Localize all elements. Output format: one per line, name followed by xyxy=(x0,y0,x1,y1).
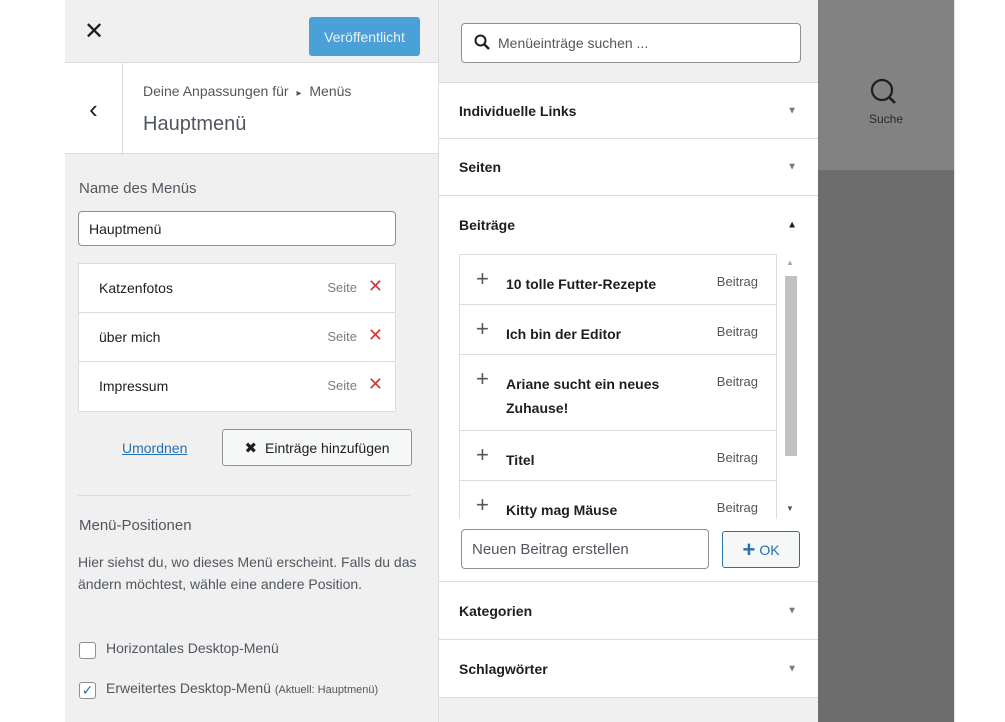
location-label: Erweitertes Desktop-Menü xyxy=(106,680,271,696)
chevron-down-icon: ▼ xyxy=(787,105,797,116)
posts-list-scroll[interactable]: + 10 tolle Futter-Rezepte Beitrag + Ich … xyxy=(459,254,799,519)
chevron-down-icon: ▼ xyxy=(787,663,797,674)
plus-icon: + xyxy=(476,266,489,291)
search-icon xyxy=(474,34,490,53)
plus-icon: + xyxy=(476,442,489,467)
add-items-button[interactable]: ✖ Einträge hinzufügen xyxy=(222,429,412,466)
close-button[interactable]: ✕ xyxy=(65,0,123,62)
scrollbar-thumb[interactable] xyxy=(785,276,797,456)
search-icon[interactable] xyxy=(863,73,903,113)
menu-item-type: Seite xyxy=(327,378,357,393)
list-item[interactable]: + Titel Beitrag xyxy=(460,431,776,481)
chevron-left-icon: ‹ xyxy=(89,93,98,124)
chevron-down-icon: ▼ xyxy=(787,161,797,173)
breadcrumb: Deine Anpassungen für ▸ Menüs xyxy=(143,83,352,99)
menu-item[interactable]: Katzenfotos Seite ✕ xyxy=(79,264,395,313)
location-label: Horizontales Desktop-Menü xyxy=(106,640,279,656)
search-placeholder: Menüeinträge suchen ... xyxy=(498,35,649,51)
plus-icon: + xyxy=(476,366,489,391)
posts-list: + 10 tolle Futter-Rezepte Beitrag + Ich … xyxy=(459,254,777,519)
menu-item-title: Katzenfotos xyxy=(99,280,173,296)
menu-item-type: Seite xyxy=(327,280,357,295)
positions-description: Hier siehst du, wo dieses Menü erscheint… xyxy=(78,554,417,592)
menu-name-label: Name des Menüs xyxy=(79,180,197,197)
list-item[interactable]: + 10 tolle Futter-Rezepte Beitrag xyxy=(460,255,776,305)
positions-heading: Menü-Positionen xyxy=(79,517,192,534)
breadcrumb-arrow-icon: ▸ xyxy=(296,88,302,99)
preview-search-label: Suche xyxy=(868,112,904,126)
customizer-header: ✕ Veröffentlicht xyxy=(65,0,438,62)
customizer-sidebar: ✕ Veröffentlicht ‹ Deine Anpassungen für… xyxy=(65,0,438,722)
menu-item-title: über mich xyxy=(99,329,161,345)
location-option[interactable]: ✓ Erweitertes Desktop-Menü (Aktuell: Hau… xyxy=(79,680,378,700)
preview-header: Suche xyxy=(818,0,954,170)
scroll-down-icon[interactable]: ▼ xyxy=(786,504,794,513)
search-input[interactable]: Menüeinträge suchen ... xyxy=(461,23,801,63)
plus-icon: + xyxy=(476,492,489,517)
available-items-panel: Menüeinträge suchen ... Individuelle Lin… xyxy=(438,0,819,722)
divider xyxy=(78,495,410,496)
checkbox[interactable] xyxy=(79,642,96,659)
list-item[interactable]: + Ich bin der Editor Beitrag xyxy=(460,305,776,355)
plus-icon: + xyxy=(476,316,489,341)
scrollbar[interactable]: ▲ ▼ xyxy=(781,254,799,519)
section-tags[interactable]: Schlagwörter ▼ xyxy=(439,640,819,698)
close-icon: ✕ xyxy=(83,17,105,45)
remove-icon[interactable]: ✕ xyxy=(368,276,383,297)
add-items-label: Einträge hinzufügen xyxy=(265,439,390,456)
back-button[interactable]: ‹ xyxy=(65,63,123,155)
menu-item-title: Impressum xyxy=(99,378,169,394)
close-icon: ✖ xyxy=(244,439,258,457)
chevron-down-icon: ▼ xyxy=(787,605,797,616)
section-title-box: ‹ Deine Anpassungen für ▸ Menüs Hauptmen… xyxy=(65,62,438,155)
section-categories[interactable]: Kategorien ▼ xyxy=(439,582,819,640)
section-posts[interactable]: Beiträge ▲ xyxy=(439,196,819,254)
menu-item[interactable]: Impressum Seite ✕ xyxy=(79,362,395,411)
site-preview: Suche xyxy=(818,0,954,722)
plus-icon: + xyxy=(742,536,756,562)
list-item[interactable]: + Kitty mag Mäuse Beitrag xyxy=(460,481,776,519)
menu-item-type: Seite xyxy=(327,329,357,344)
menu-name-input[interactable]: Hauptmenü xyxy=(78,211,396,246)
page-title: Hauptmenü xyxy=(143,113,247,135)
remove-icon[interactable]: ✕ xyxy=(368,374,383,395)
section-pages[interactable]: Seiten ▼ xyxy=(439,139,819,196)
checkbox-checked[interactable]: ✓ xyxy=(79,682,96,699)
reorder-link[interactable]: Umordnen xyxy=(122,440,187,456)
location-option[interactable]: Horizontales Desktop-Menü xyxy=(79,640,279,659)
section-custom-links[interactable]: Individuelle Links ▼ xyxy=(439,82,819,139)
add-post-button[interactable]: + OK xyxy=(722,531,800,568)
window-margin xyxy=(954,0,1005,722)
location-note: (Aktuell: Hauptmenü) xyxy=(274,684,379,696)
list-item[interactable]: + Ariane sucht ein neues Zuhause! Beitra… xyxy=(460,355,776,431)
new-post-input[interactable]: Neuen Beitrag erstellen xyxy=(461,529,709,569)
menu-item[interactable]: über mich Seite ✕ xyxy=(79,313,395,362)
remove-icon[interactable]: ✕ xyxy=(368,325,383,346)
publish-button[interactable]: Veröffentlicht xyxy=(309,17,420,56)
menu-items-list: Katzenfotos Seite ✕ über mich Seite ✕ Im… xyxy=(78,263,396,412)
scroll-up-icon[interactable]: ▲ xyxy=(786,258,794,267)
chevron-up-icon: ▲ xyxy=(787,219,797,231)
